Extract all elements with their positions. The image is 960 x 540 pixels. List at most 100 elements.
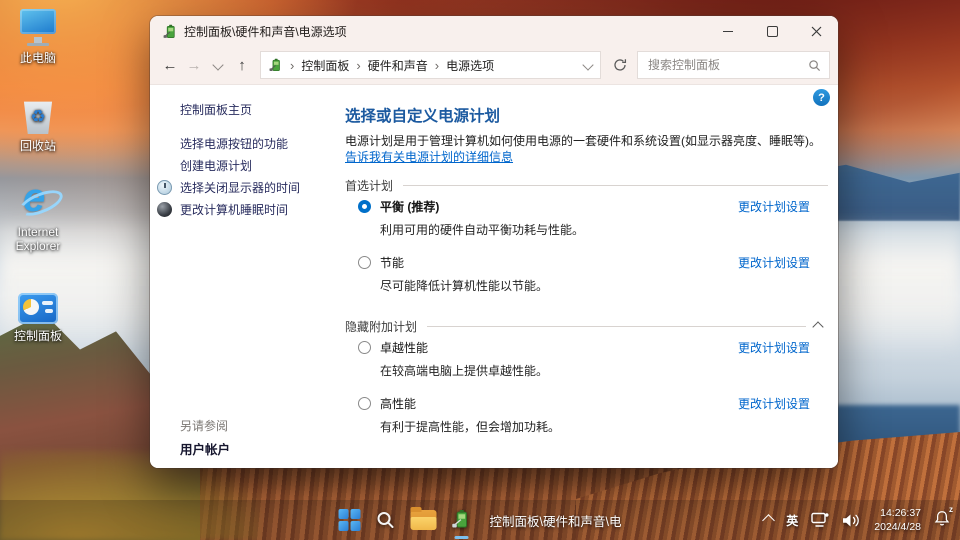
section-label: 隐藏附加计划	[345, 318, 417, 335]
desktop-icon-label: 此电脑	[8, 49, 68, 66]
change-plan-settings-link[interactable]: 更改计划设置	[738, 395, 810, 412]
window-titlebar[interactable]: 控制面板\硬件和声音\电源选项	[150, 16, 838, 46]
taskbar-clock[interactable]: 14:26:37 2024/4/28	[874, 506, 921, 534]
network-icon[interactable]	[811, 512, 829, 528]
sidebar-item-create-plan[interactable]: 创建电源计划	[180, 160, 345, 173]
windows-logo-icon	[339, 509, 361, 531]
close-icon	[811, 26, 822, 37]
desktop-icon-label: 控制面板	[8, 327, 68, 344]
change-plan-settings-link[interactable]: 更改计划设置	[738, 198, 810, 215]
breadcrumb-separator: ›	[356, 58, 360, 73]
plan-description: 有利于提高性能，但会增加功耗。	[380, 418, 560, 435]
window-title: 控制面板\硬件和声音\电源选项	[184, 23, 347, 40]
taskbar: 控制面板\硬件和声音\电 英 14:26:37 2024/4/28 z	[0, 500, 960, 540]
sidebar-item-label: 更改计算机睡眠时间	[180, 203, 288, 217]
power-options-icon	[163, 24, 178, 39]
close-button[interactable]	[794, 16, 838, 46]
minimize-icon	[723, 31, 733, 32]
plan-name[interactable]: 平衡 (推荐)	[380, 198, 584, 215]
breadcrumb[interactable]: › 控制面板 › 硬件和声音 › 电源选项	[260, 51, 601, 79]
radio-ultimate-performance[interactable]	[358, 341, 371, 354]
minimize-button[interactable]	[706, 16, 750, 46]
display-clock-icon	[157, 180, 172, 195]
sleep-icon	[157, 202, 172, 217]
main-content: 选择或自定义电源计划 电源计划是用于管理计算机如何使用电源的一套硬件和系统设置(…	[345, 85, 838, 468]
section-divider	[403, 185, 828, 186]
bell-badge: z	[949, 505, 953, 514]
radio-balanced[interactable]	[358, 200, 371, 213]
plan-name[interactable]: 卓越性能	[380, 339, 548, 356]
recycle-bin-icon: ♻	[22, 98, 54, 134]
see-also-heading: 另请参阅	[180, 417, 228, 434]
intro-more-info-link[interactable]: 告诉我有关电源计划的详细信息	[345, 150, 513, 164]
sidebar-item-label: 选择关闭显示器的时间	[180, 181, 300, 195]
sidebar: 控制面板主页 选择电源按钮的功能 创建电源计划 选择关闭显示器的时间 更改计算机…	[150, 85, 345, 468]
folder-icon	[411, 510, 437, 530]
sidebar-item-display-off-time[interactable]: 选择关闭显示器的时间	[180, 182, 345, 195]
intro-text: 电源计划是用于管理计算机如何使用电源的一套硬件和系统设置(如显示器亮度、睡眠等)…	[345, 133, 828, 165]
back-button[interactable]: ←	[158, 51, 182, 79]
sidebar-item-sleep-time[interactable]: 更改计算机睡眠时间	[180, 204, 345, 217]
search-icon	[376, 510, 396, 530]
notification-bell-button[interactable]: z	[934, 510, 950, 531]
file-explorer-button[interactable]	[411, 510, 437, 530]
breadcrumb-separator: ›	[290, 58, 294, 73]
up-button[interactable]: ↑	[230, 51, 254, 79]
recent-pages-button[interactable]	[206, 51, 230, 79]
radio-power-saver[interactable]	[358, 256, 371, 269]
change-plan-settings-link[interactable]: 更改计划设置	[738, 254, 810, 271]
breadcrumb-item-hardware-sound[interactable]: 硬件和声音	[368, 57, 428, 74]
forward-button[interactable]: →	[182, 51, 206, 79]
up-icon: ↑	[238, 57, 246, 74]
desktop-icon-label: Internet Explorer	[8, 225, 68, 253]
change-plan-settings-link[interactable]: 更改计划设置	[738, 339, 810, 356]
plan-name[interactable]: 高性能	[380, 395, 560, 412]
desktop-icon-label: 回收站	[8, 137, 68, 154]
forward-icon: →	[187, 57, 202, 74]
sidebar-item-home[interactable]: 控制面板主页	[180, 101, 345, 118]
breadcrumb-dropdown-icon[interactable]	[582, 59, 593, 70]
navigation-toolbar: ← → ↑ › 控制面板 › 硬件和声音 › 电源选项	[150, 46, 838, 85]
collapse-chevron-icon[interactable]	[812, 321, 823, 332]
page-title: 选择或自定义电源计划	[345, 104, 828, 126]
control-panel-window: 控制面板\硬件和声音\电源选项 ← → ↑ › 控制面板 › 硬件和声音	[150, 16, 838, 468]
plan-row-power-saver: 节能 尽可能降低计算机性能以节能。 更改计划设置	[345, 254, 828, 294]
breadcrumb-item-control-panel[interactable]: 控制面板	[301, 57, 349, 74]
refresh-button[interactable]	[607, 52, 633, 78]
plan-row-balanced: 平衡 (推荐) 利用可用的硬件自动平衡功耗与性能。 更改计划设置	[345, 198, 828, 238]
breadcrumb-item-power-options[interactable]: 电源选项	[446, 57, 494, 74]
breadcrumb-separator: ›	[435, 58, 439, 73]
plan-name[interactable]: 节能	[380, 254, 548, 271]
taskbar-search-button[interactable]	[376, 510, 396, 530]
ime-indicator[interactable]: 英	[786, 512, 798, 529]
section-divider	[427, 326, 806, 327]
search-input[interactable]	[646, 57, 808, 73]
notification-bell-icon	[934, 510, 950, 526]
plan-row-high-performance: 高性能 有利于提高性能，但会增加功耗。 更改计划设置	[345, 395, 828, 435]
tray-chevron-up-icon[interactable]	[762, 514, 775, 527]
refresh-icon	[613, 58, 627, 72]
speaker-icon[interactable]	[842, 513, 861, 528]
active-app-label[interactable]: 控制面板\硬件和声音\电	[490, 511, 622, 530]
window-body: ? 控制面板主页 选择电源按钮的功能 创建电源计划 选择关闭显示器的时间 更改计…	[150, 85, 838, 468]
active-app-indicator	[455, 536, 469, 539]
desktop-icon-control-panel[interactable]: 控制面板	[8, 284, 68, 344]
start-button[interactable]	[339, 509, 361, 531]
sidebar-item-power-buttons[interactable]: 选择电源按钮的功能	[180, 138, 345, 151]
sidebar-item-user-accounts[interactable]: 用户帐户	[180, 439, 230, 458]
power-options-icon	[452, 508, 472, 530]
internet-explorer-icon: e	[16, 180, 60, 222]
desktop-icon-internet-explorer[interactable]: e Internet Explorer	[8, 182, 68, 253]
this-pc-icon	[20, 9, 56, 34]
search-box	[637, 51, 830, 79]
power-options-icon	[269, 58, 283, 72]
chevron-down-icon	[212, 59, 223, 70]
desktop-icon-recycle-bin[interactable]: ♻ 回收站	[8, 94, 68, 154]
desktop-icon-this-pc[interactable]: 此电脑	[8, 6, 68, 66]
plan-description: 尽可能降低计算机性能以节能。	[380, 277, 548, 294]
taskbar-power-options-button[interactable]	[452, 508, 472, 533]
section-hidden-plans[interactable]: 隐藏附加计划	[345, 318, 828, 335]
radio-high-performance[interactable]	[358, 397, 371, 410]
maximize-button[interactable]	[750, 16, 794, 46]
section-preferred-plans: 首选计划	[345, 177, 828, 194]
